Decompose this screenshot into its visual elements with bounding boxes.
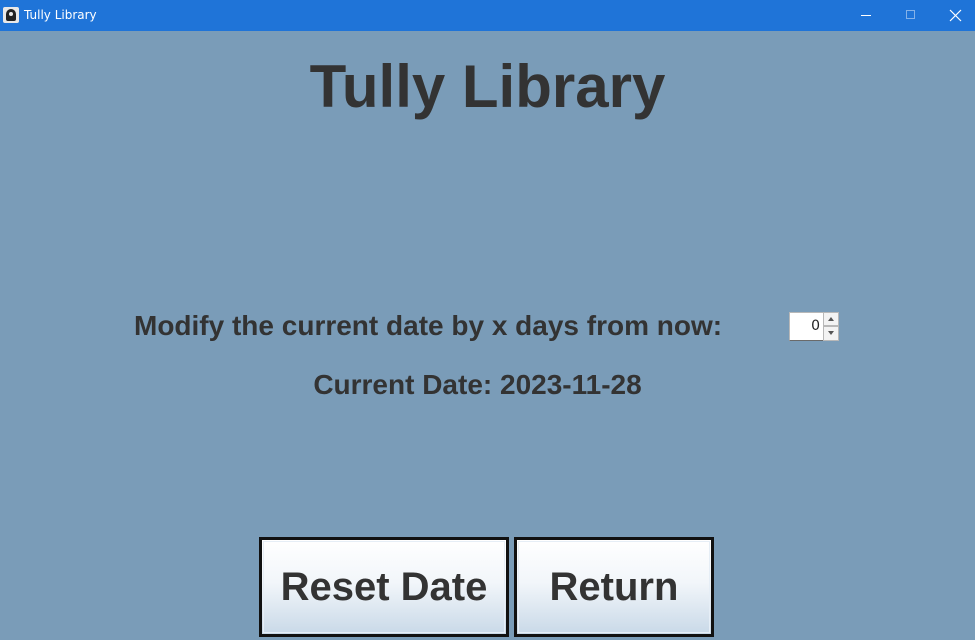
caret-up-icon	[828, 317, 834, 321]
close-button[interactable]	[933, 0, 975, 31]
close-icon	[949, 9, 962, 22]
spinner-down-button[interactable]	[823, 326, 839, 341]
minimize-button[interactable]	[843, 0, 888, 31]
days-input[interactable]: 0	[789, 312, 824, 341]
days-spinner[interactable]: 0	[789, 312, 839, 341]
reset-date-button[interactable]: Reset Date	[259, 537, 509, 637]
minimize-icon	[861, 15, 871, 16]
current-date-label: Current Date: 2023-11-28	[313, 369, 642, 400]
title-bar[interactable]: Tully Library	[0, 0, 975, 31]
maximize-button[interactable]	[888, 0, 933, 31]
return-button[interactable]: Return	[514, 537, 714, 637]
app-icon	[3, 7, 19, 23]
app-window: Tully Library Tully Library Modify the c…	[0, 0, 975, 640]
modify-days-label: Modify the current date by x days from n…	[134, 310, 723, 341]
maximize-icon	[906, 10, 915, 19]
page-title: Tully Library	[309, 53, 666, 120]
window-title: Tully Library	[24, 8, 97, 22]
caret-down-icon	[828, 331, 834, 335]
spinner-up-button[interactable]	[823, 312, 839, 326]
